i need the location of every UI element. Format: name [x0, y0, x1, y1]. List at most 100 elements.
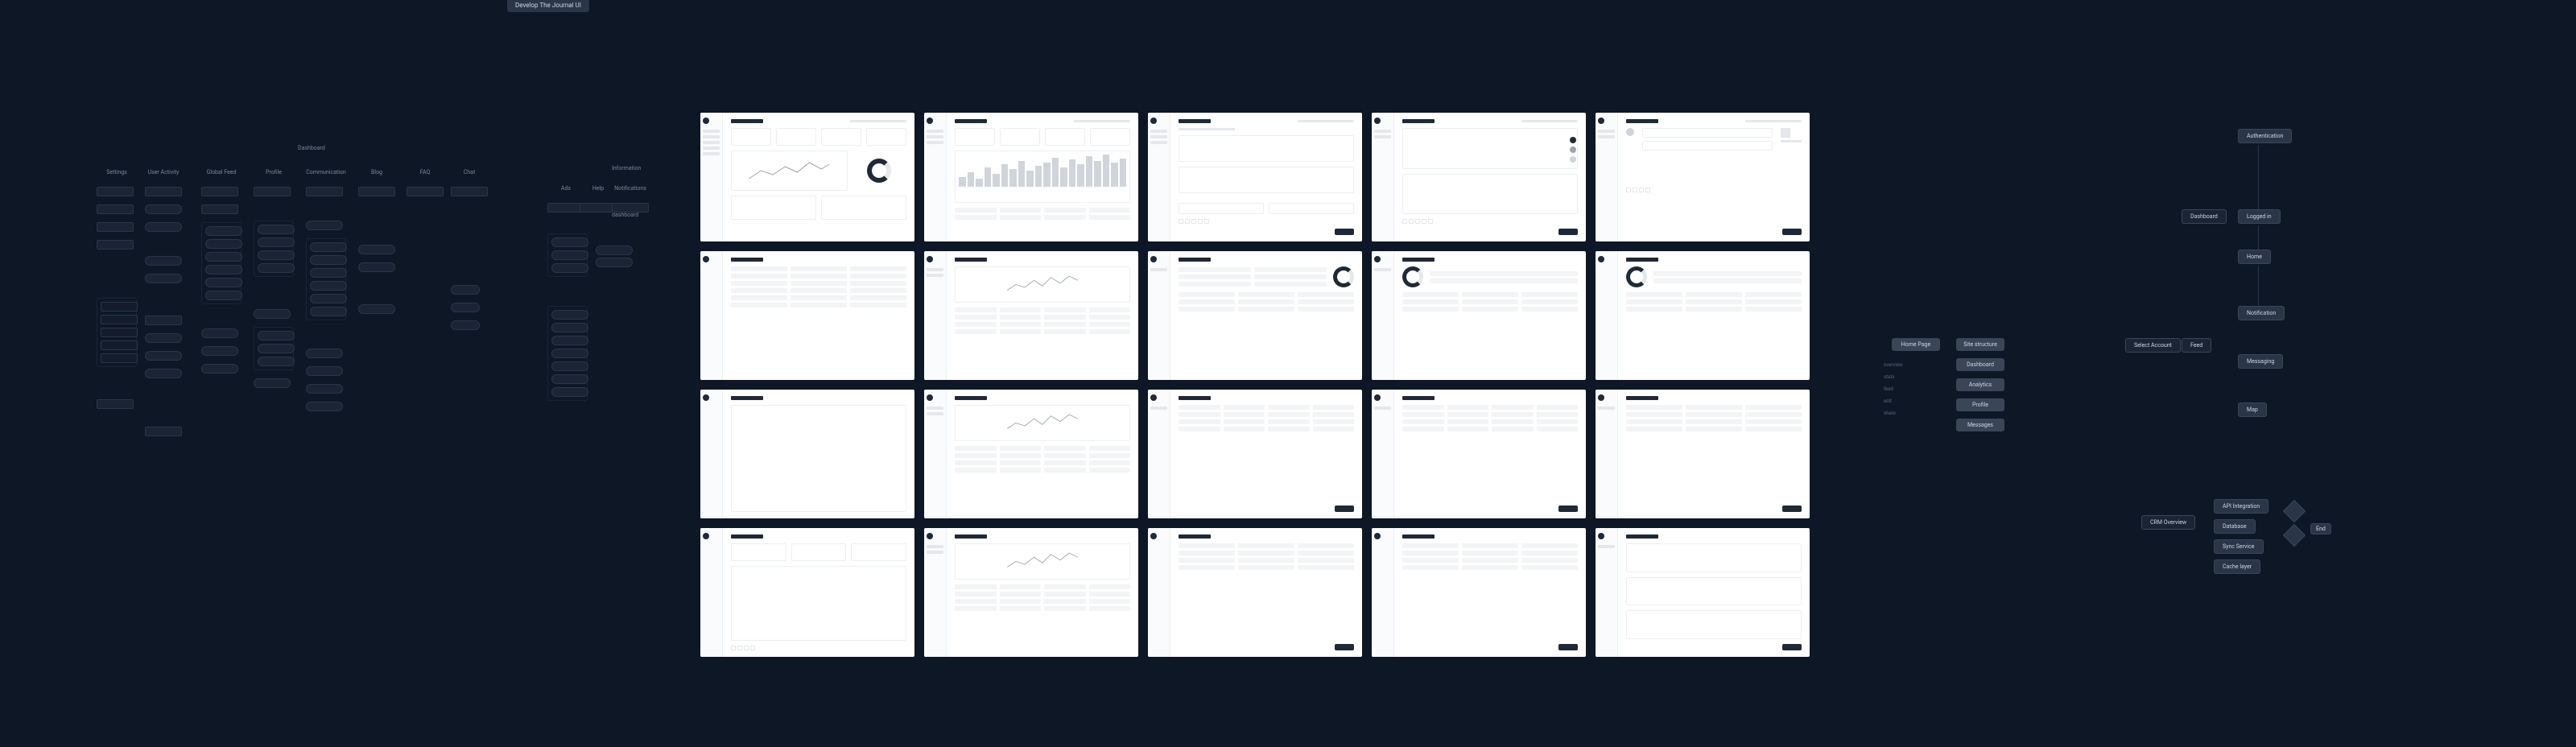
sitemap-top-label: Dashboard [298, 145, 325, 151]
sitemap-node [205, 226, 242, 236]
sitemap-node [310, 242, 347, 252]
sitemap-col: User Activity [145, 169, 182, 436]
mockup-screen[interactable] [924, 113, 1138, 241]
data-table [1179, 405, 1354, 501]
mockup-screen[interactable] [700, 113, 914, 241]
mockup-sidebar [1596, 113, 1618, 241]
pagination [1626, 188, 1802, 192]
diagram-item-node: Profile [1956, 398, 2004, 411]
mockup-main [1618, 113, 1810, 241]
sitemap-group [201, 222, 242, 304]
mockup-screen[interactable] [1148, 113, 1362, 241]
mockup-sidebar [924, 251, 947, 380]
mockup-screen[interactable] [1372, 528, 1586, 657]
sitemap-node [201, 346, 238, 356]
sitemap-group [97, 298, 137, 367]
flow-decision-icon [2283, 500, 2306, 522]
canvas-title: Develop The Journal UI [507, 0, 589, 12]
widget [821, 196, 906, 220]
stat-card [1000, 128, 1040, 146]
mockup-screen[interactable] [924, 528, 1138, 657]
app-logo-icon [703, 533, 709, 539]
sidebar-item [703, 152, 720, 155]
sitemap-node [258, 357, 295, 366]
mockup-screen[interactable] [1372, 390, 1586, 518]
mockup-screen[interactable] [1596, 113, 1810, 241]
app-logo-icon [1150, 533, 1157, 539]
sitemap-node [551, 323, 588, 332]
mockup-screen[interactable] [1596, 528, 1810, 657]
sitemap-node [306, 221, 343, 230]
info-row [1626, 577, 1802, 606]
mockup-screen[interactable] [1596, 390, 1810, 518]
stat-card [776, 128, 816, 146]
sitemap-node [205, 291, 242, 300]
sitemap-node [551, 361, 588, 371]
mockup-main [1170, 251, 1362, 380]
connector [2258, 225, 2259, 250]
app-logo-icon [1150, 394, 1157, 401]
info-row [1642, 128, 1773, 138]
sitemap-node [358, 304, 395, 314]
diagram-site-structure: Home Page overview stats feed edit share… [1876, 314, 2053, 523]
mockup-screen[interactable] [1372, 113, 1586, 241]
stat-card [1090, 128, 1130, 146]
app-logo-icon [1598, 118, 1604, 124]
status-dot-icon [1570, 137, 1576, 143]
status-dot-icon [1570, 147, 1576, 153]
mockup-screen[interactable] [924, 251, 1138, 380]
sidebar-item [703, 135, 720, 138]
app-logo-icon [1374, 118, 1381, 124]
connector [2258, 145, 2259, 209]
status-dot-icon [1626, 128, 1634, 136]
mockup-main [1170, 528, 1362, 657]
mockup-screen[interactable] [700, 390, 914, 518]
mockup-sidebar [924, 390, 947, 518]
mockup-screen[interactable] [1148, 390, 1362, 518]
mockup-screen[interactable] [700, 251, 914, 380]
data-table [1653, 271, 1802, 283]
data-table [955, 208, 1130, 235]
sitemap-node [551, 237, 588, 247]
app-logo-icon [1374, 256, 1381, 262]
mockup-screen[interactable] [924, 390, 1138, 518]
flow-node: Notification [2238, 306, 2285, 320]
sitemap-node [306, 366, 343, 376]
mockup-main [947, 390, 1138, 518]
sitemap-top-label: Information [612, 165, 641, 171]
mockup-main [723, 251, 914, 380]
mockup-sidebar [1596, 528, 1618, 657]
sidebar-item [1150, 135, 1167, 138]
sidebar-item [703, 130, 720, 133]
mockup-screen[interactable] [1596, 251, 1810, 380]
mockup-screen[interactable] [1148, 528, 1362, 657]
sitemap-node [97, 240, 134, 250]
sitemap-node [306, 349, 343, 358]
sitemap-node [258, 237, 295, 247]
primary-button [1558, 644, 1578, 650]
flow-node: Dashboard [2182, 209, 2227, 224]
flow-node: CRM Overview [2141, 515, 2195, 530]
mockup-main [1394, 113, 1586, 241]
sitemap-node [551, 310, 588, 320]
flow-node: API Integration [2214, 499, 2268, 514]
sitemap-node [101, 328, 138, 337]
mockup-sidebar [1148, 251, 1170, 380]
sitemap-node [145, 187, 182, 196]
flow-node: Database [2214, 519, 2256, 534]
sitemap-node [201, 204, 238, 214]
flow-decision-icon [2283, 524, 2306, 547]
mockup-screen[interactable] [1372, 251, 1586, 380]
mockup-screen[interactable] [700, 528, 914, 657]
mockup-main [1394, 390, 1586, 518]
sitemap-node [145, 256, 182, 266]
info-row [1626, 610, 1802, 639]
sidebar-item [1150, 141, 1167, 144]
sidebar-item [1598, 130, 1615, 133]
sidebar-item [703, 147, 720, 150]
flow-node: Map [2238, 402, 2267, 417]
sitemap-col: Notifications [612, 185, 649, 213]
sitemap-col: Global Feed [201, 169, 242, 374]
page-title [955, 119, 987, 123]
mockup-screen[interactable] [1148, 251, 1362, 380]
